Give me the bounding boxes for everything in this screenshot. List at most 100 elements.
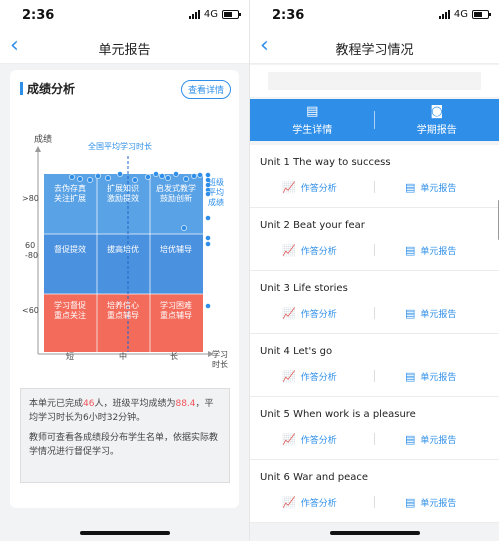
action-divider xyxy=(374,244,375,256)
home-indicator[interactable] xyxy=(79,531,170,535)
home-indicator[interactable] xyxy=(329,531,420,535)
unit-report-button[interactable]: ▤ 单元报告 xyxy=(405,181,456,194)
cell-low-long[interactable]: 学习困难 重点辅导 xyxy=(151,301,201,321)
student-dot xyxy=(153,171,159,177)
status-bar: 2:36 4G xyxy=(250,0,499,30)
report-icon: ▤ xyxy=(405,307,416,320)
student-dot xyxy=(105,175,111,181)
quadrant-cell xyxy=(150,174,203,234)
summary-part: 本单元已完成 xyxy=(29,399,84,409)
action-label: 作答分析 xyxy=(300,310,337,320)
y-tick-mid: 60 -80 xyxy=(25,241,39,260)
answer-analysis-button[interactable]: 📈 作答分析 xyxy=(282,307,337,320)
student-dot xyxy=(77,176,83,182)
nav-bar: ‹ 教程学习情况 xyxy=(250,30,499,64)
unit-title: Unit 1 The way to success xyxy=(260,157,391,168)
action-divider xyxy=(374,433,375,445)
unit-report-button[interactable]: ▤ 单元报告 xyxy=(405,370,456,383)
unit-report-button[interactable]: ▤ 单元报告 xyxy=(405,244,456,257)
avg-score: 88.4 xyxy=(175,399,196,409)
action-label: 单元报告 xyxy=(420,436,457,446)
action-label: 单元报告 xyxy=(420,247,457,257)
network-label: 4G xyxy=(203,9,218,20)
cell-high-short[interactable]: 去伪存真 关注扩展 xyxy=(45,184,95,204)
action-label: 单元报告 xyxy=(420,310,457,320)
report-icon: ▤ xyxy=(405,433,416,446)
unit-report-button[interactable]: ▤ 单元报告 xyxy=(405,433,456,446)
answer-analysis-button[interactable]: 📈 作答分析 xyxy=(282,433,337,446)
student-dot xyxy=(117,171,123,177)
action-label: 作答分析 xyxy=(300,499,337,509)
student-dot xyxy=(205,172,211,178)
unit-title: Unit 6 War and peace xyxy=(260,472,369,483)
cell-mid-mid[interactable]: 拔高培优 xyxy=(98,245,148,255)
list-item: Unit 3 Life stories 📈 作答分析 ▤ 单元报告 xyxy=(250,271,499,334)
student-dot xyxy=(145,174,151,180)
cell-low-short[interactable]: 学习督促 重点关注 xyxy=(45,301,95,321)
action-divider xyxy=(374,496,375,508)
document-icon: ▤ xyxy=(306,103,319,119)
chart-icon: 📈 xyxy=(282,307,296,320)
status-bar: 2:36 4G xyxy=(0,0,249,30)
student-dot xyxy=(191,173,197,179)
student-dot xyxy=(205,215,211,221)
battery-icon xyxy=(472,10,491,19)
view-details-button[interactable]: 查看详情 xyxy=(180,80,231,99)
search-bar[interactable] xyxy=(268,72,481,90)
cell-mid-short[interactable]: 督促提效 xyxy=(45,245,95,255)
tab-label: 学期报告 xyxy=(416,124,457,136)
action-label: 作答分析 xyxy=(300,436,337,446)
tab-term-report[interactable]: ◙ 学期报告 xyxy=(375,99,499,141)
y-tick-high: >80 xyxy=(22,194,39,203)
list-item: Unit 4 Let's go 📈 作答分析 ▤ 单元报告 xyxy=(250,334,499,397)
cell-mid-long[interactable]: 培优辅导 xyxy=(151,245,201,255)
status-time: 2:36 xyxy=(22,8,55,23)
unit-report-button[interactable]: ▤ 单元报告 xyxy=(405,496,456,509)
action-label: 单元报告 xyxy=(420,499,457,509)
action-label: 作答分析 xyxy=(300,373,337,383)
battery-icon xyxy=(222,10,241,19)
answer-analysis-button[interactable]: 📈 作答分析 xyxy=(282,496,337,509)
student-dot xyxy=(69,174,75,180)
chart-icon: 📈 xyxy=(282,370,296,383)
student-dot xyxy=(197,172,203,178)
score-analysis-card: 成绩分析 查看详情 成绩 全国平均学习时长 班级 平均 成绩 >80 60 -8… xyxy=(10,70,239,508)
chart-icon: 📈 xyxy=(282,433,296,446)
y-axis-arrow xyxy=(35,146,41,152)
action-label: 作答分析 xyxy=(300,247,337,257)
signal-icon xyxy=(188,10,200,19)
student-dot xyxy=(205,303,211,309)
section-title: 成绩分析 xyxy=(27,82,76,96)
student-dot xyxy=(95,173,101,179)
y-axis-label: 成绩 xyxy=(34,135,53,145)
answer-analysis-button[interactable]: 📈 作答分析 xyxy=(282,370,337,383)
screens: 2:36 4G ‹ 单元报告 成绩分析 查看详情 成绩 全国平均学习时长 班级 … xyxy=(0,0,499,541)
report-icon: ▤ xyxy=(405,181,416,194)
list-item: Unit 1 The way to success 📈 作答分析 ▤ 单元报告 xyxy=(250,145,499,208)
cell-high-mid[interactable]: 扩展知识 激励提效 xyxy=(98,184,148,204)
summary-text: 本单元已完成46人，班级平均成绩为88.4，平均学习时长为6小时32分钟。 xyxy=(29,397,221,425)
x-tick-short: 短 xyxy=(66,352,74,361)
cell-high-long[interactable]: 启发式教学 鼓励创新 xyxy=(151,184,201,204)
summary-note: 本单元已完成46人，班级平均成绩为88.4，平均学习时长为6小时32分钟。 教师… xyxy=(20,388,230,483)
score-quadrant-chart[interactable]: 成绩 全国平均学习时长 班级 平均 成绩 >80 60 -80 <60 短 中 … xyxy=(10,128,239,378)
quadrant-cell xyxy=(44,234,97,294)
cell-low-mid[interactable]: 培养信心 重点辅导 xyxy=(98,301,148,321)
answer-analysis-button[interactable]: 📈 作答分析 xyxy=(282,244,337,257)
network-label: 4G xyxy=(453,9,468,20)
tab-student-details[interactable]: ▤ 学生详情 xyxy=(250,99,375,141)
unit-title: Unit 5 When work is a pleasure xyxy=(260,409,416,420)
action-divider xyxy=(374,181,375,193)
quadrant-cell xyxy=(97,174,150,234)
section-header: 成绩分析 xyxy=(20,80,75,97)
page-title: 教程学习情况 xyxy=(335,43,414,58)
student-dot xyxy=(181,225,187,231)
student-dot xyxy=(87,177,93,183)
quadrant-cell xyxy=(97,234,150,294)
unit-report-button[interactable]: ▤ 单元报告 xyxy=(405,307,456,320)
student-dot xyxy=(132,177,138,183)
completed-count: 46 xyxy=(83,399,95,409)
tab-divider xyxy=(374,111,375,129)
answer-analysis-button[interactable]: 📈 作答分析 xyxy=(282,181,337,194)
action-label: 单元报告 xyxy=(420,373,457,383)
